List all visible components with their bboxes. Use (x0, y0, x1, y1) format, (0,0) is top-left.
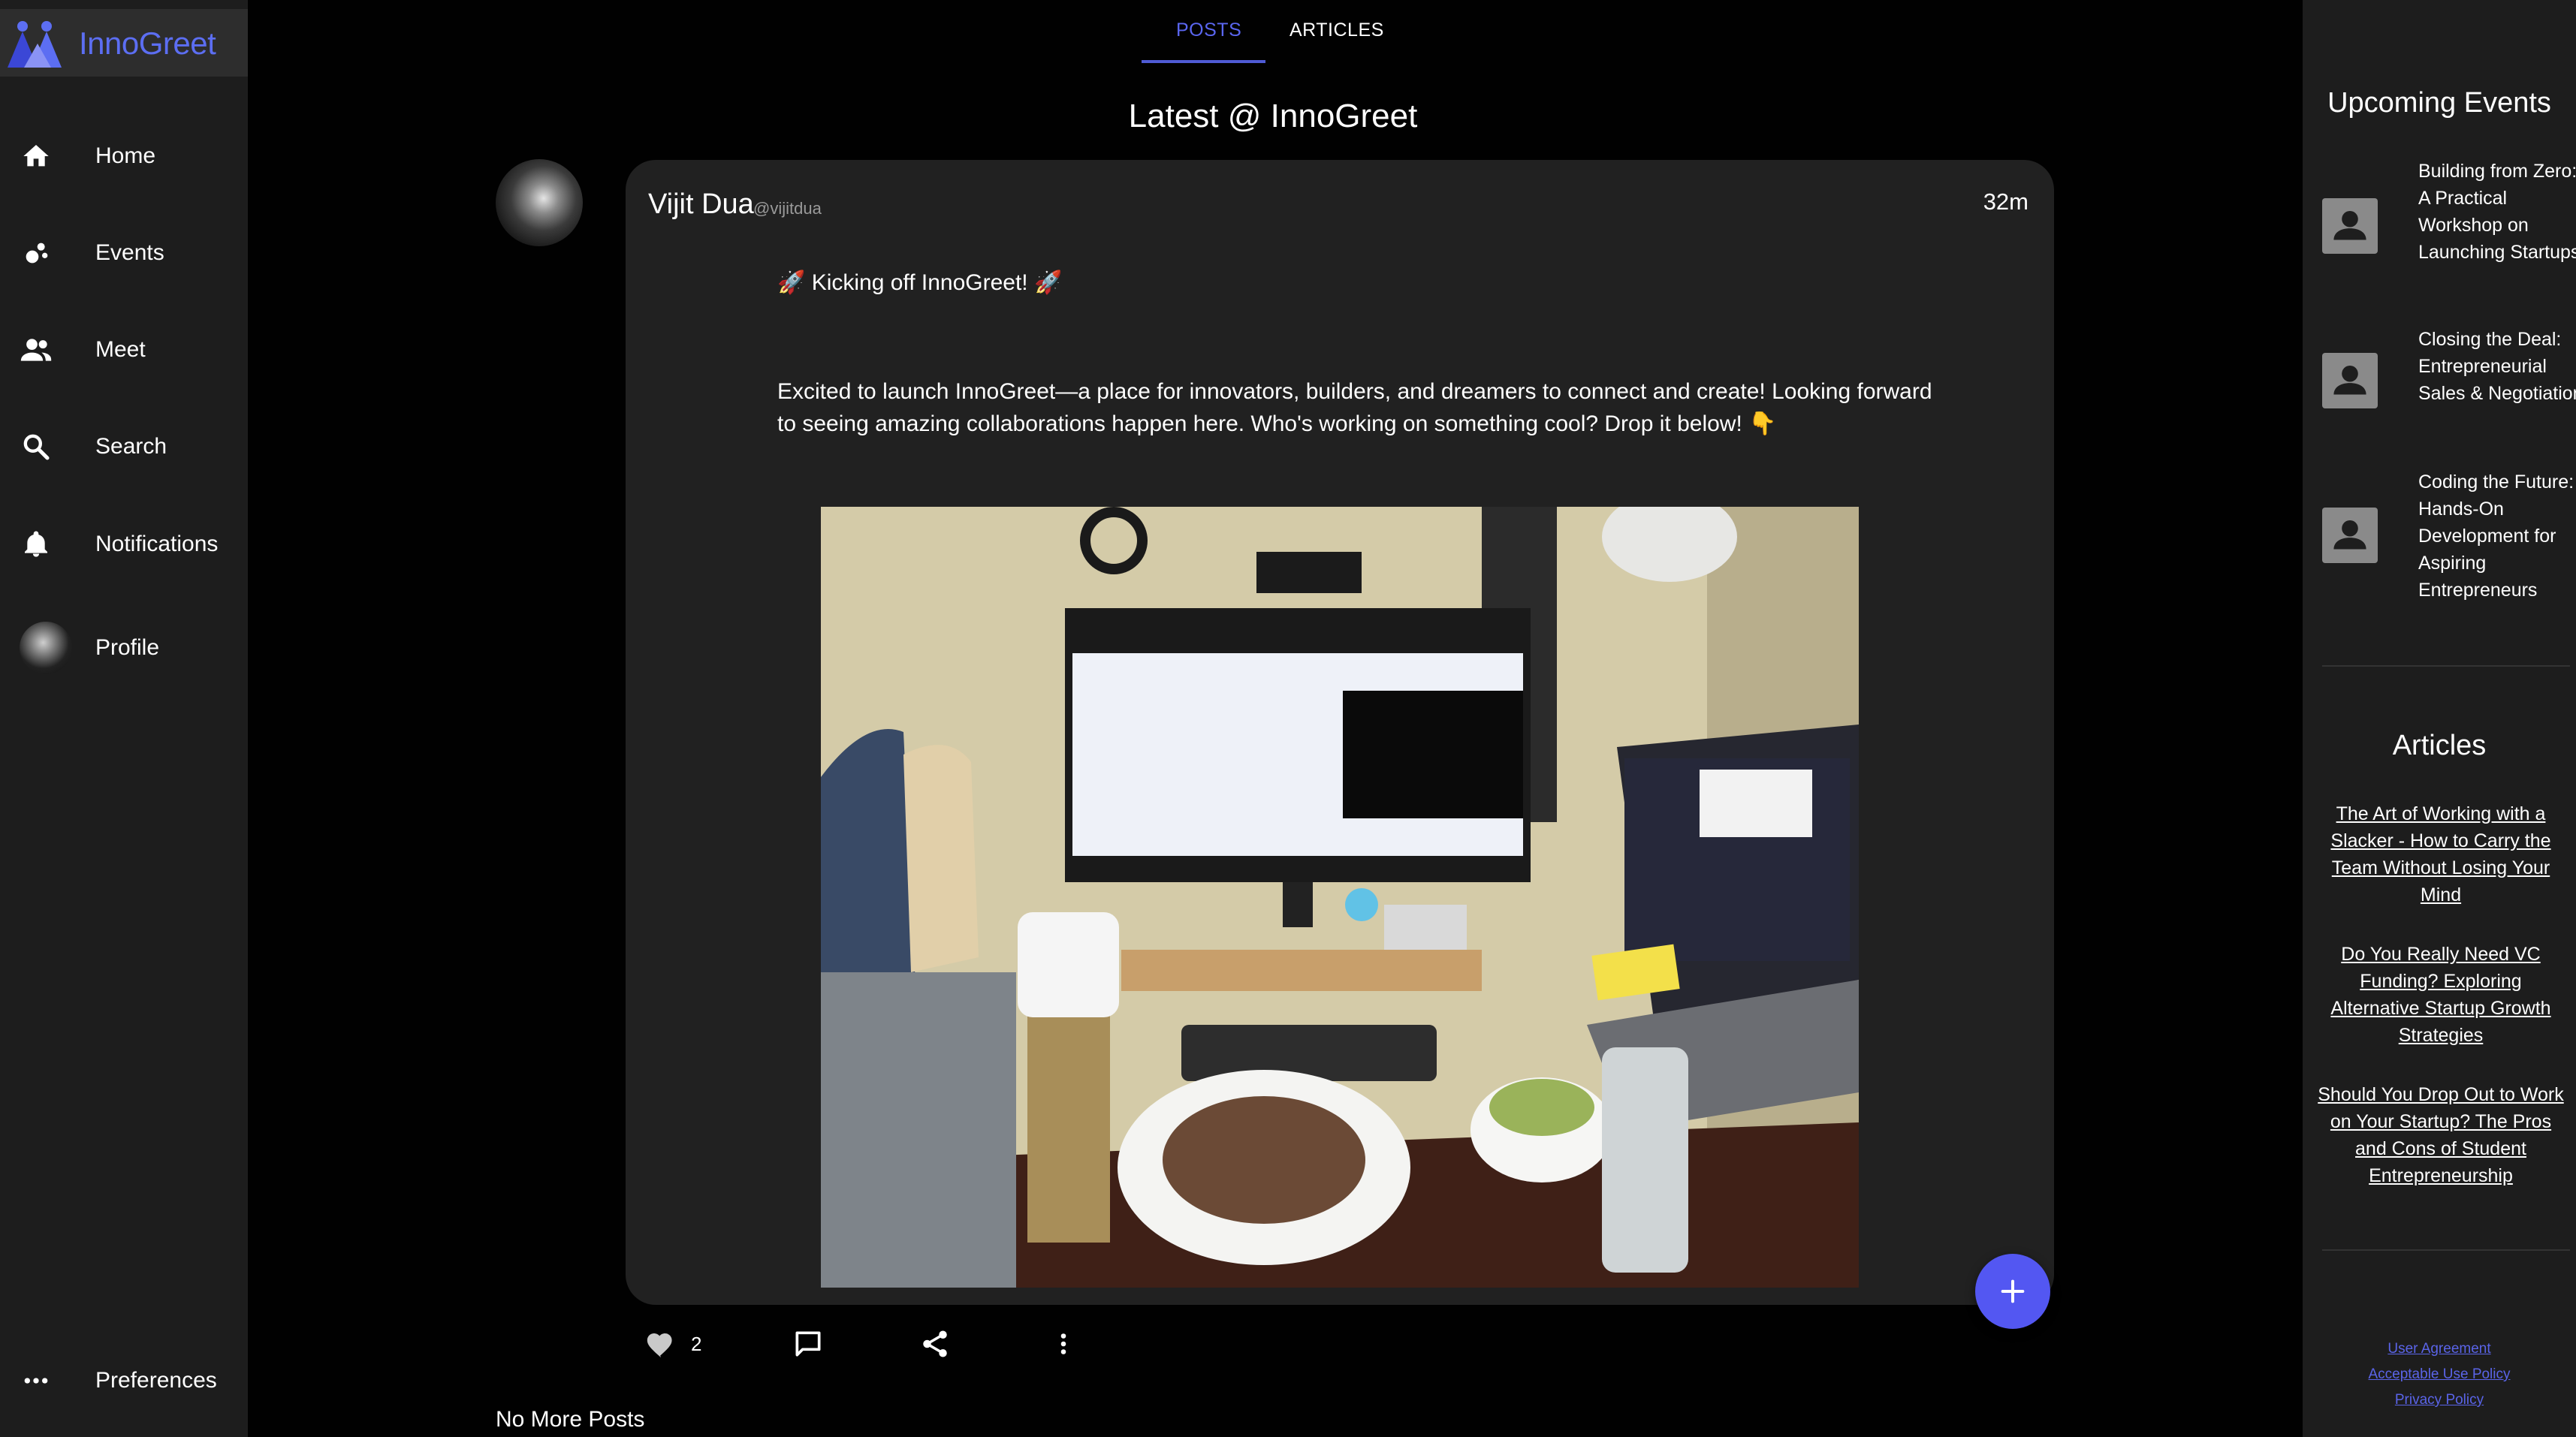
post-body: Excited to launch InnoGreet—a place for … (777, 379, 1932, 436)
like-button[interactable]: 2 (644, 1321, 701, 1366)
create-post-button[interactable] (1975, 1254, 2050, 1329)
acceptable-use-link[interactable]: Acceptable Use Policy (2303, 1366, 2576, 1383)
active-tab-indicator (1142, 60, 1265, 63)
event-title: Closing the Deal: Entrepreneurial Sales … (2418, 329, 2576, 404)
events-icon (20, 236, 53, 270)
app-logo[interactable]: InnoGreet (0, 9, 248, 77)
avatar (20, 622, 72, 674)
post-headline: 🚀 Kicking off InnoGreet! 🚀 (777, 270, 1063, 295)
logo-icon (8, 21, 62, 68)
privacy-policy-link[interactable]: Privacy Policy (2303, 1392, 2576, 1408)
sidebar-item-search[interactable]: Search (0, 413, 248, 481)
event-placeholder-icon (2322, 198, 2378, 254)
page-title: Latest @ InnoGreet (1128, 98, 1418, 134)
bell-icon (20, 528, 53, 561)
event-placeholder-icon (2322, 508, 2378, 563)
post-card: Vijit Dua @vijitdua 32m 🚀 Kicking off In… (626, 160, 2054, 1305)
sidebar-item-meet[interactable]: Meet (0, 316, 248, 384)
sidebar-item-notifications[interactable]: Notifications (0, 511, 248, 578)
article-link[interactable]: Should You Drop Out to Work on Your Star… (2318, 1081, 2564, 1189)
comment-icon (795, 1331, 821, 1357)
people-icon (20, 333, 53, 366)
like-count: 2 (691, 1332, 702, 1355)
event-title: Building from Zero: A Practical Workshop… (2418, 161, 2576, 263)
sidebar-item-home[interactable]: Home (0, 122, 248, 190)
sidebar-item-label: Notifications (95, 532, 219, 556)
post-timestamp: 32m (1983, 188, 2029, 215)
tab-articles[interactable]: ARTICLES (1290, 20, 1384, 41)
plus-icon (2001, 1279, 2025, 1303)
sidebar-item-preferences[interactable]: Preferences (0, 1347, 248, 1414)
event-placeholder-icon (2322, 353, 2378, 408)
home-icon (20, 140, 53, 173)
feed-end-message: No More Posts (496, 1407, 645, 1432)
user-agreement-link[interactable]: User Agreement (2303, 1341, 2576, 1357)
search-icon (20, 430, 53, 463)
more-vert-icon (1060, 1333, 1066, 1354)
divider (2322, 665, 2570, 667)
sidebar-item-events[interactable]: Events (0, 219, 248, 287)
more-options-button[interactable] (1050, 1321, 1077, 1366)
article-link[interactable]: The Art of Working with a Slacker - How … (2318, 800, 2564, 908)
article-link[interactable]: Do You Really Need VC Funding? Exploring… (2318, 941, 2564, 1049)
tab-posts[interactable]: POSTS (1176, 20, 1241, 41)
sidebar-item-label: Home (95, 143, 156, 168)
heart-icon (647, 1333, 672, 1358)
articles-heading: Articles (2392, 730, 2487, 761)
divider (2322, 1249, 2570, 1251)
author-avatar[interactable] (496, 159, 583, 246)
app-name: InnoGreet (79, 26, 216, 61)
sidebar-item-label: Search (95, 434, 167, 459)
right-panel: Upcoming Events Building from Zero: A Pr… (2303, 0, 2576, 1437)
sidebar: InnoGreet Home Events Meet Search Notifi… (0, 0, 248, 1437)
sidebar-item-label: Preferences (95, 1368, 217, 1393)
more-icon (20, 1364, 53, 1397)
sidebar-item-label: Events (95, 240, 164, 265)
post-author-handle[interactable]: @vijitdua (753, 199, 822, 218)
share-icon (923, 1330, 947, 1357)
post-author-name[interactable]: Vijit Dua (648, 188, 754, 221)
event-title: Coding the Future: Hands-On Development … (2418, 471, 2574, 601)
sidebar-item-label: Meet (95, 337, 146, 362)
upcoming-events-heading: Upcoming Events (2327, 87, 2551, 119)
comment-button[interactable] (792, 1321, 825, 1366)
post-image[interactable] (821, 507, 1859, 1288)
share-button[interactable] (919, 1321, 951, 1366)
sidebar-item-label: Profile (95, 635, 160, 660)
sidebar-item-profile[interactable]: Profile (0, 614, 248, 682)
